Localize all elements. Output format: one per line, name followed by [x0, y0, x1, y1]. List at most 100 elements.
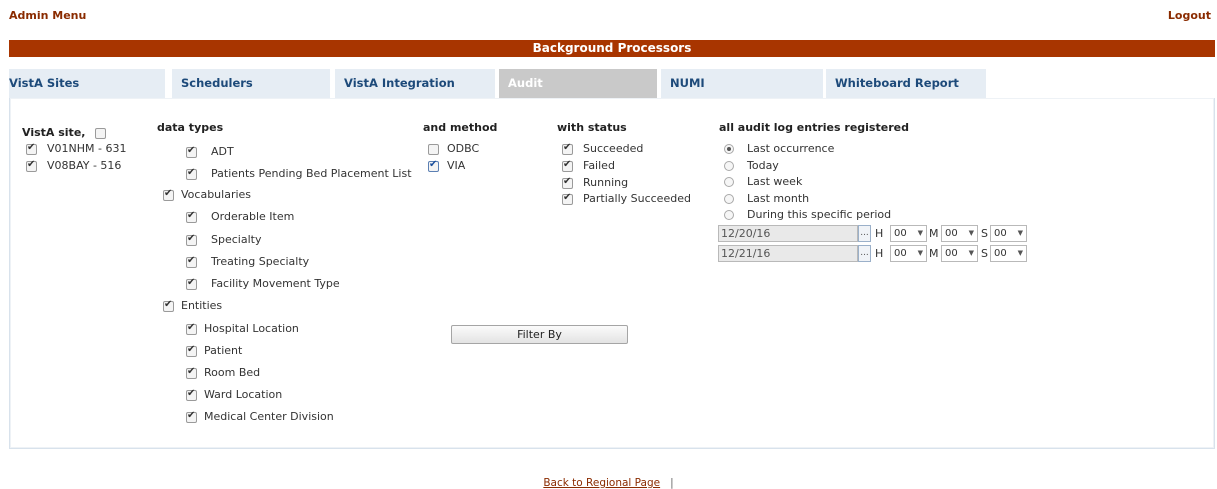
tab-numi[interactable]: NUMI [661, 69, 823, 98]
to-hour-select[interactable]: 00 [890, 245, 927, 262]
last-occurrence-radio[interactable] [724, 144, 734, 154]
data-type-row: Patients Pending Bed Placement List [186, 167, 412, 180]
status-checkbox[interactable] [562, 176, 573, 189]
site-label: V08BAY - 516 [47, 159, 122, 172]
vocabularies-label: Vocabularies [181, 188, 252, 201]
minute-label: M [929, 247, 939, 260]
site-checkbox[interactable] [26, 142, 37, 155]
adt-checkbox[interactable] [186, 145, 197, 158]
back-to-regional-page-link[interactable]: Back to Regional Page [543, 477, 660, 489]
footer: Back to Regional Page | [0, 477, 1217, 489]
status-heading: with status [557, 121, 627, 134]
logout-link[interactable]: Logout [1168, 9, 1211, 22]
filter-by-button[interactable]: Filter By [451, 325, 628, 344]
from-second-select[interactable]: 00 [990, 225, 1027, 242]
data-type-label: Patients Pending Bed Placement List [211, 167, 412, 180]
entity-row: Medical Center Division [186, 410, 334, 423]
from-date-picker-button[interactable]: ... [858, 225, 871, 242]
vista-site-heading: VistA site, [22, 126, 107, 139]
vocabulary-checkbox[interactable] [186, 255, 197, 268]
status-label: Succeeded [583, 142, 644, 155]
status-checkbox[interactable] [562, 159, 573, 172]
period-option-label: Last week [747, 175, 803, 188]
admin-menu-link[interactable]: Admin Menu [9, 9, 86, 22]
second-label: S [981, 227, 988, 240]
entity-checkbox[interactable] [186, 322, 197, 335]
entity-row: Hospital Location [186, 322, 299, 335]
second-label: S [981, 247, 988, 260]
status-checkbox[interactable] [562, 142, 573, 155]
period-option: Last occurrence [724, 142, 834, 155]
status-row: Succeeded [562, 142, 643, 155]
entities-row: Entities [163, 299, 222, 312]
vocabulary-checkbox[interactable] [186, 277, 197, 290]
entity-checkbox[interactable] [186, 388, 197, 401]
data-type-label: ADT [211, 145, 234, 158]
tab-label: NUMI [670, 76, 705, 90]
status-label: Partially Succeeded [583, 192, 691, 205]
odbc-checkbox[interactable] [428, 143, 439, 155]
all-sites-checkbox[interactable] [95, 127, 107, 139]
entity-row: Room Bed [186, 366, 260, 379]
tab-label: Whiteboard Report [835, 76, 959, 90]
status-label: Running [583, 176, 629, 189]
site-row: V08BAY - 516 [26, 159, 121, 172]
method-heading: and method [423, 121, 498, 134]
vista-site-heading-label: VistA site, [22, 126, 86, 139]
status-checkbox[interactable] [562, 192, 573, 205]
specific-period-radio[interactable] [724, 210, 734, 220]
from-date-input[interactable]: 12/20/16 [718, 225, 858, 242]
tab-schedulers[interactable]: Schedulers [172, 69, 330, 98]
vocabulary-label: Specialty [211, 233, 262, 246]
vocabulary-row: Treating Specialty [186, 255, 309, 268]
entity-row: Patient [186, 344, 242, 357]
vocabulary-checkbox[interactable] [186, 210, 197, 223]
today-radio[interactable] [724, 161, 734, 171]
last-week-radio[interactable] [724, 177, 734, 187]
entity-checkbox[interactable] [186, 344, 197, 357]
entity-label: Medical Center Division [204, 410, 334, 423]
period-option-label: Today [747, 159, 779, 172]
entity-label: Room Bed [204, 366, 261, 379]
site-label: V01NHM - 631 [47, 142, 127, 155]
method-label: ODBC [447, 142, 480, 155]
to-second-select[interactable]: 00 [990, 245, 1027, 262]
period-option-label: Last occurrence [747, 142, 835, 155]
site-checkbox[interactable] [26, 159, 37, 172]
period-option-label: During this specific period [747, 208, 892, 221]
vocabulary-row: Facility Movement Type [186, 277, 340, 290]
tab-audit[interactable]: Audit [499, 69, 657, 98]
vocabulary-row: Orderable Item [186, 210, 294, 223]
to-minute-select[interactable]: 00 [941, 245, 978, 262]
tab-vista-sites[interactable]: VistA Sites [9, 69, 165, 98]
page-title: Background Processors [9, 40, 1215, 57]
tab-label: Schedulers [181, 76, 253, 90]
tab-vista-integration[interactable]: VistA Integration [335, 69, 495, 98]
vocabularies-checkbox[interactable] [163, 188, 174, 201]
from-hour-select[interactable]: 00 [890, 225, 927, 242]
tab-whiteboard-report[interactable]: Whiteboard Report [826, 69, 986, 98]
hour-label: H [875, 227, 884, 240]
period-option: Last week [724, 175, 802, 188]
vocabulary-row: Specialty [186, 233, 261, 246]
entity-checkbox[interactable] [186, 366, 197, 379]
pending-checkbox[interactable] [186, 167, 197, 180]
tab-label: VistA Integration [344, 76, 455, 90]
site-row: V01NHM - 631 [26, 142, 126, 155]
entities-checkbox[interactable] [163, 299, 174, 312]
to-date-input[interactable]: 12/21/16 [718, 245, 858, 262]
hour-label: H [875, 247, 884, 260]
period-option: Today [724, 159, 779, 172]
via-checkbox[interactable] [428, 159, 439, 172]
tab-bar: VistA Sites Schedulers VistA Integration… [9, 69, 1215, 98]
entity-label: Patient [204, 344, 243, 357]
last-month-radio[interactable] [724, 194, 734, 204]
method-row: ODBC [428, 142, 479, 155]
entity-row: Ward Location [186, 388, 282, 401]
from-minute-select[interactable]: 00 [941, 225, 978, 242]
to-date-picker-button[interactable]: ... [858, 245, 871, 262]
entity-checkbox[interactable] [186, 410, 197, 423]
vocabulary-checkbox[interactable] [186, 233, 197, 246]
minute-label: M [929, 227, 939, 240]
vocabulary-label: Treating Specialty [211, 255, 310, 268]
